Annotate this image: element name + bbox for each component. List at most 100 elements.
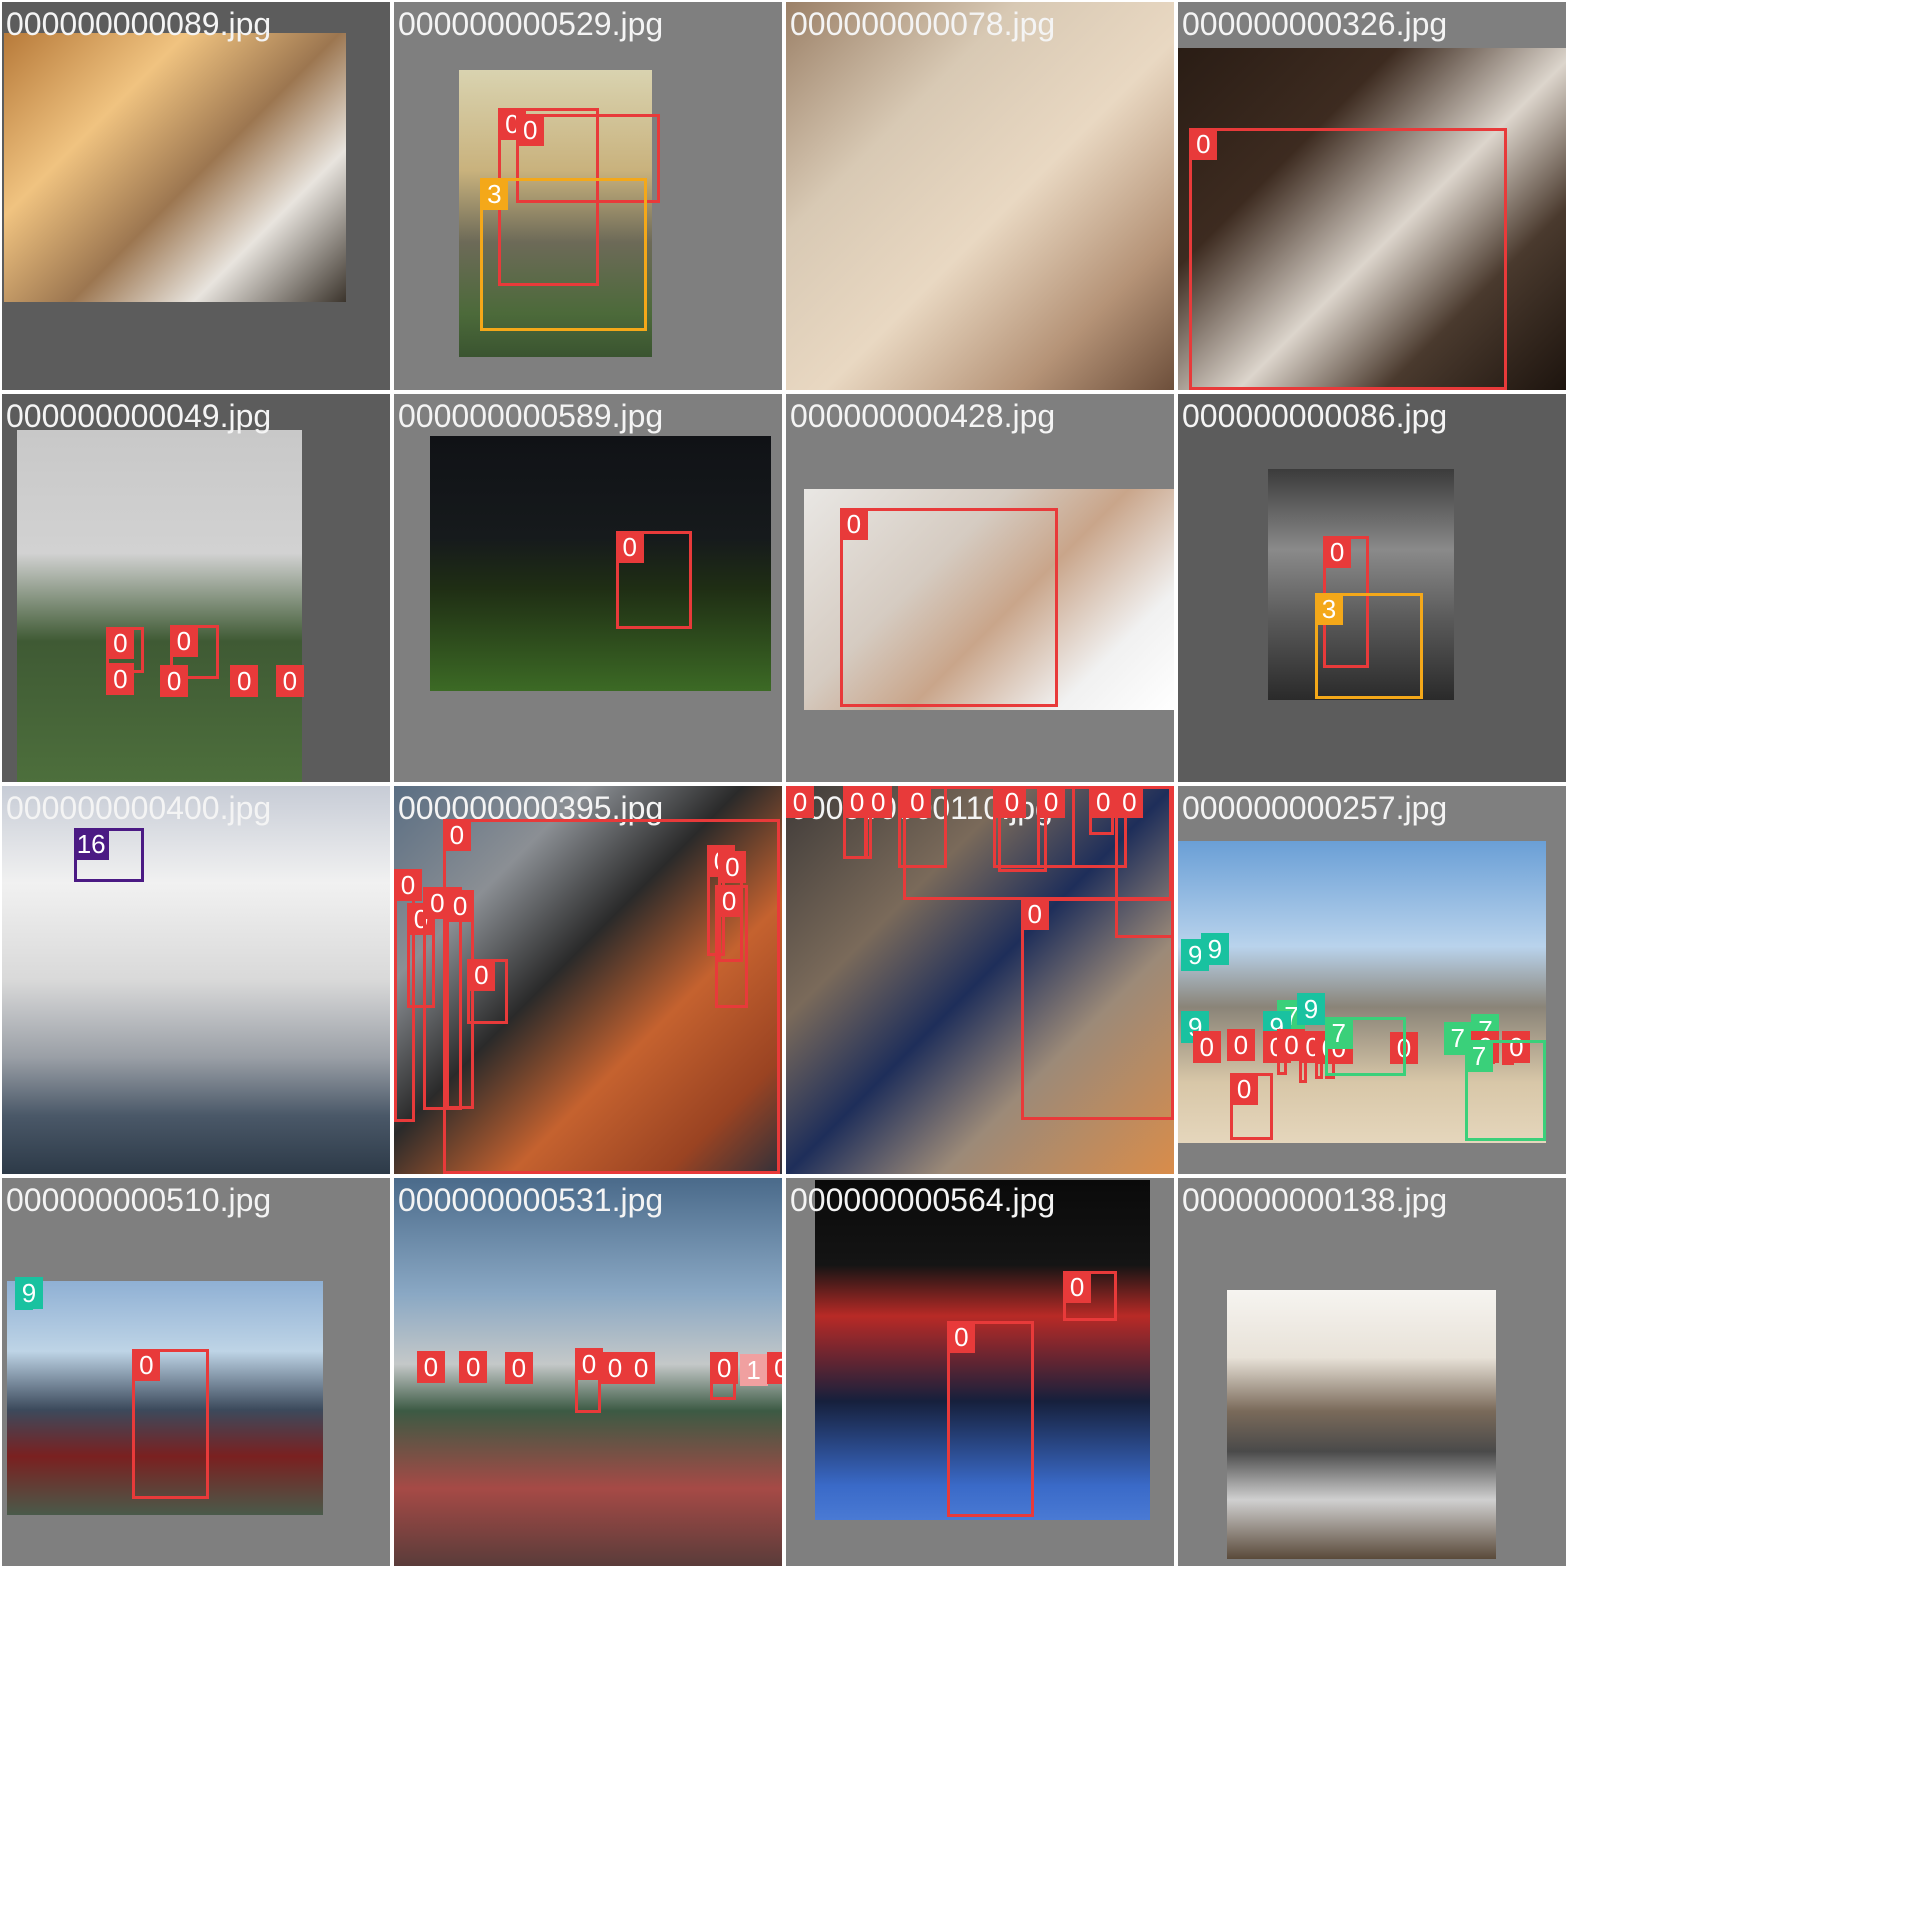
detection-box: 7 [1443, 1022, 1472, 1055]
class-label: 16 [73, 828, 109, 861]
class-label: 0 [839, 508, 868, 541]
detection-box: 0 [601, 1352, 630, 1385]
detection-box: 0 [864, 786, 893, 860]
class-label: 0 [1230, 1072, 1259, 1105]
class-label: 0 [715, 885, 744, 918]
detection-box: 0 [1277, 1028, 1306, 1075]
image-tile[interactable]: 0 000000000326.jpg [1178, 2, 1566, 390]
class-label: 0 [1192, 1030, 1221, 1063]
class-label: 0 [516, 114, 545, 147]
detection-box: 0 [1020, 898, 1174, 1121]
class-label: 0 [467, 958, 496, 991]
class-label: 0 [710, 1352, 739, 1385]
filename-label: 000000000086.jpg [1182, 398, 1448, 434]
detection-box: 0 [715, 885, 748, 1008]
detection-box: 9 [1181, 939, 1210, 972]
detection-box: 0 [627, 1352, 656, 1385]
filename-label: 000000000589.jpg [398, 398, 664, 434]
image-tile[interactable]: 0 0 3 000000000529.jpg [394, 2, 782, 390]
class-label: 1 [739, 1354, 768, 1387]
class-label: 0 [446, 890, 475, 923]
detection-box: 16 [73, 828, 144, 883]
detection-box: 0 [106, 662, 135, 695]
class-label: 0 [718, 851, 747, 884]
detection-box: 0 [1298, 1030, 1327, 1083]
detection-box: 0 [574, 1347, 603, 1413]
image-tile[interactable]: 0 000000000428.jpg [786, 394, 1174, 782]
detection-box: 0 [1063, 1270, 1117, 1322]
detection-box: 0 [1314, 1032, 1343, 1080]
class-label: 0 [394, 869, 422, 902]
detection-box: 9 [1262, 1010, 1291, 1043]
detection-box: 0 [160, 664, 189, 697]
detection-box: 0 [786, 786, 814, 818]
detection-box: 0 [504, 1352, 533, 1385]
class-label: 0 [903, 786, 932, 818]
filename-label: 000000000138.jpg [1182, 1182, 1448, 1218]
class-label: 0 [160, 664, 189, 697]
class-label: 0 [786, 786, 814, 818]
class-label: 0 [459, 1350, 488, 1383]
detection-box: 0 [1226, 1028, 1255, 1061]
class-label: 0 [1020, 898, 1049, 931]
detection-box: 0 [767, 1352, 782, 1385]
thumbnail-photo [16, 429, 302, 782]
class-label: 7 [1324, 1017, 1353, 1050]
class-label: 0 [1063, 1270, 1092, 1303]
class-label: 0 [1115, 786, 1144, 818]
detection-box: 3 [480, 178, 647, 332]
class-label: 0 [132, 1349, 161, 1382]
detection-box: 0 [416, 1350, 445, 1383]
image-tile[interactable]: 000000000138.jpg [1178, 1178, 1566, 1566]
image-grid: 000000000089.jpg 0 0 3 000000000529.jpg 00000… [0, 0, 1920, 1920]
image-tile[interactable]: 00000000000000000000110.jpg [786, 786, 1174, 1174]
image-tile[interactable]: 16 000000000400.jpg [2, 786, 390, 1174]
detection-box: 0 [615, 530, 693, 629]
detection-box: 0 [839, 508, 1059, 707]
detection-box: 0 [1230, 1072, 1273, 1140]
image-tile[interactable]: 000000000000000000395.jpg [394, 786, 782, 1174]
image-tile[interactable]: 0 000000000589.jpg [394, 394, 782, 782]
filename-label: 000000000529.jpg [398, 6, 664, 42]
class-label: 0 [169, 625, 198, 658]
class-label: 0 [574, 1347, 603, 1380]
detection-box: 9 [15, 1277, 44, 1311]
detection-box: 0 [710, 1352, 739, 1400]
image-tile[interactable]: 0 0 0 0 0 0 000000000049.jpg [2, 394, 390, 782]
detection-box: 0 [1192, 1030, 1221, 1063]
image-tile[interactable]: 9979990000000000777007000000000257.jpg [1178, 786, 1566, 1174]
image-tile[interactable]: 000000000078.jpg [786, 2, 1174, 390]
class-label: 0 [627, 1352, 656, 1385]
class-label: 0 [106, 627, 135, 660]
image-tile[interactable]: 0 0 0 0 0 0 0 1 0 000000000531.jpg [394, 1178, 782, 1566]
image-tile[interactable]: 0 3 000000000086.jpg [1178, 394, 1566, 782]
image-tile[interactable]: 000000000089.jpg [2, 2, 390, 390]
class-label: 0 [106, 662, 135, 695]
detection-box: 0 [947, 1321, 1034, 1518]
class-label: 0 [1226, 1028, 1255, 1061]
class-label: 0 [442, 818, 471, 851]
class-label: 0 [997, 786, 1026, 818]
class-label: 0 [767, 1352, 782, 1385]
filename-label: 000000000257.jpg [1182, 790, 1448, 826]
detection-box: 0 [467, 958, 509, 1024]
detection-box: 9 [1181, 1010, 1210, 1043]
detection-box: 0 [459, 1350, 488, 1383]
class-label: 0 [615, 530, 644, 563]
class-label: 0 [1323, 535, 1352, 568]
class-label: 0 [864, 786, 893, 818]
thumbnail-photo [786, 2, 1174, 390]
class-label: 9 [1297, 993, 1325, 1026]
filename-label: 000000000326.jpg [1182, 6, 1448, 42]
image-tile[interactable]: 9 0 000000000510.jpg [2, 1178, 390, 1566]
class-label: 0 [1089, 786, 1118, 818]
detection-box: 0 [132, 1349, 210, 1500]
class-label: 0 [504, 1352, 533, 1385]
detection-box: 0 [1262, 1030, 1291, 1064]
image-tile[interactable]: 0 0 000000000564.jpg [786, 1178, 1174, 1566]
detection-box: 7 [1324, 1017, 1407, 1077]
detection-box: 9 [1200, 932, 1229, 966]
class-label: 0 [947, 1321, 976, 1354]
class-label: 0 [1189, 127, 1218, 160]
class-label: 0 [1037, 786, 1066, 818]
